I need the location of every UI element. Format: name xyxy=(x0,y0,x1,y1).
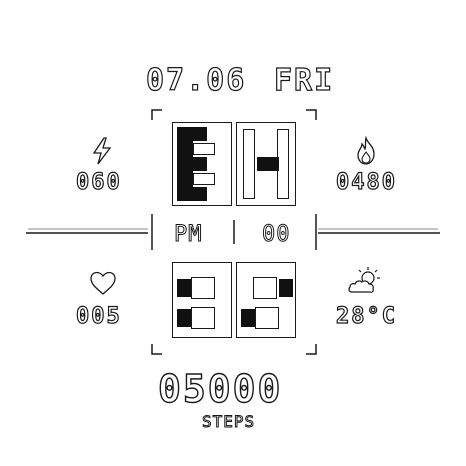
minute-digit-ones xyxy=(236,262,296,338)
seconds-label: 00 xyxy=(262,222,291,247)
minute-tens-seg-b xyxy=(177,309,191,327)
hour-tens-outline-b xyxy=(193,173,215,185)
minute-tens-outline-a xyxy=(191,277,215,299)
minute-ones-outline-b xyxy=(255,307,279,329)
calories-value: 0480 xyxy=(335,170,397,195)
hour-tens-mid-bar xyxy=(177,157,207,171)
hour-tens-outline-a xyxy=(193,143,215,155)
lightning-icon xyxy=(92,137,112,165)
right-rail xyxy=(318,228,440,234)
minute-ones-seg-b xyxy=(241,309,255,327)
steps-value: 05000 xyxy=(157,367,283,411)
weekday-label: FRI xyxy=(273,63,335,98)
temperature-value: 28°C xyxy=(335,304,397,329)
ampm-label: PM xyxy=(174,222,203,247)
date-label: 07.06 xyxy=(145,63,247,98)
hour-digit-tens xyxy=(172,122,232,206)
energy-value: 060 xyxy=(75,170,122,195)
minute-tens-outline-b xyxy=(191,307,215,329)
hour-tens-top-bar xyxy=(177,127,207,141)
watch-face: 07.06 FRI PM 00 060 0480 005 28°C 05000 … xyxy=(0,0,466,466)
hour-tens-bottom-bar xyxy=(177,187,207,201)
heart-icon xyxy=(90,271,116,295)
hour-ones-left-outline xyxy=(243,129,255,199)
flame-icon xyxy=(357,136,375,165)
hour-digit-ones xyxy=(236,122,296,206)
sun-cloud-icon xyxy=(348,267,380,293)
left-rail xyxy=(26,228,148,234)
minute-tens-seg-a xyxy=(177,279,191,297)
hour-ones-mid-bar xyxy=(257,157,279,171)
steps-label: STEPS xyxy=(201,412,256,431)
minute-ones-outline-a xyxy=(253,277,277,299)
minute-ones-seg-a xyxy=(279,279,293,297)
heart-value: 005 xyxy=(75,304,122,329)
minute-digit-tens xyxy=(172,262,232,338)
